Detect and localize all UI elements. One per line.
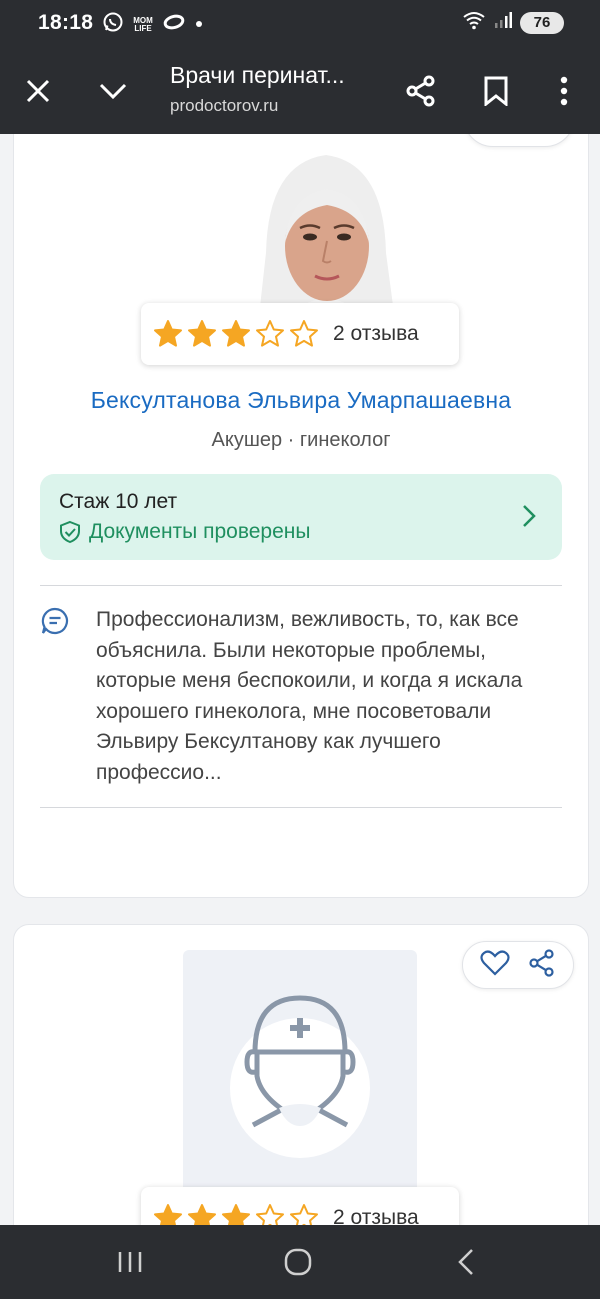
rating-stars [153,319,319,349]
shield-check-icon [60,520,80,544]
star-filled-icon [188,1204,216,1225]
recent-apps-button[interactable] [90,1225,170,1299]
star-empty-icon [290,320,318,347]
wifi-icon [462,10,486,35]
status-right: 76 [462,10,564,35]
close-icon [26,79,50,103]
divider [40,585,562,586]
chevron-right-icon [522,504,536,533]
doctor-card: 2 отзыва [13,924,589,1225]
system-nav-bar [0,1225,600,1299]
collapse-button[interactable] [85,48,141,134]
experience-panel[interactable]: Стаж 10 лет Документы проверены [40,474,562,560]
more-vertical-icon [560,76,568,106]
reviews-count[interactable]: 2 отзыва [333,1206,419,1225]
doctor-name-link[interactable]: Бексултанова Эльвира Умарпашаевна [14,387,588,414]
signal-icon [494,11,512,34]
rating-badge[interactable]: 2 отзыва [141,1187,459,1225]
rating-stars [153,1203,319,1225]
star-filled-icon [154,320,182,347]
page-title: Врачи перинат... [170,62,345,88]
status-time: 18:18 [38,11,94,34]
back-button[interactable] [426,1225,506,1299]
reviews-count[interactable]: 2 отзыва [333,322,419,346]
share-icon [406,75,435,107]
star-filled-icon [222,320,250,347]
divider [40,807,562,808]
review-excerpt[interactable]: Профессионализм, вежливость, то, как все… [96,605,558,788]
battery-indicator: 76 [520,11,564,34]
share-doctor-button[interactable] [528,948,556,982]
comment-icon [41,607,69,640]
browser-toolbar: Врачи перинат... prodoctorov.ru [0,48,600,134]
page-content: 2 отзыва Бексултанова Эльвира Умарпашаев… [0,134,600,1225]
documents-verified-label: Документы проверены [89,520,311,543]
momlife-icon: MOM LIFE [133,15,153,33]
app-ring-icon [162,14,186,35]
back-icon [458,1249,473,1275]
doctor-specialty: Акушер · гинеколог [211,429,391,451]
chevron-down-icon [99,83,127,100]
favorite-button[interactable] [480,949,510,982]
home-icon [284,1248,312,1276]
star-filled-icon [154,1204,182,1225]
dot-icon [194,16,204,34]
documents-verified: Документы проверены [59,520,310,544]
page-url: prodoctorov.ru [170,96,279,115]
card-actions-pill [462,941,574,989]
heart-icon [480,949,510,976]
doctor-photo-placeholder[interactable] [183,950,417,1200]
rating-badge[interactable]: 2 отзыва [141,303,459,365]
star-empty-icon [290,1204,318,1225]
notification-icons: MOM LIFE [102,11,204,38]
experience-label: Стаж 10 лет [59,490,178,513]
star-filled-icon [222,1204,250,1225]
close-button[interactable] [10,48,66,134]
star-filled-icon [188,320,216,347]
status-bar: 18:18 MOM LIFE 76 [0,0,600,48]
more-menu-button[interactable] [536,48,592,134]
star-empty-icon [256,320,284,347]
bookmark-button[interactable] [468,48,524,134]
whatsapp-icon [102,11,124,38]
home-button[interactable] [258,1225,338,1299]
share-button[interactable] [393,48,449,134]
bookmark-icon [484,76,508,106]
recent-apps-icon [118,1252,142,1272]
card-actions-pill[interactable] [463,134,575,147]
battery-level: 76 [533,14,551,31]
doctor-card: 2 отзыва Бексултанова Эльвира Умарпашаев… [13,134,589,898]
star-empty-icon [256,1204,284,1225]
doctor-avatar-icon [230,995,370,1158]
share-icon [529,948,554,977]
